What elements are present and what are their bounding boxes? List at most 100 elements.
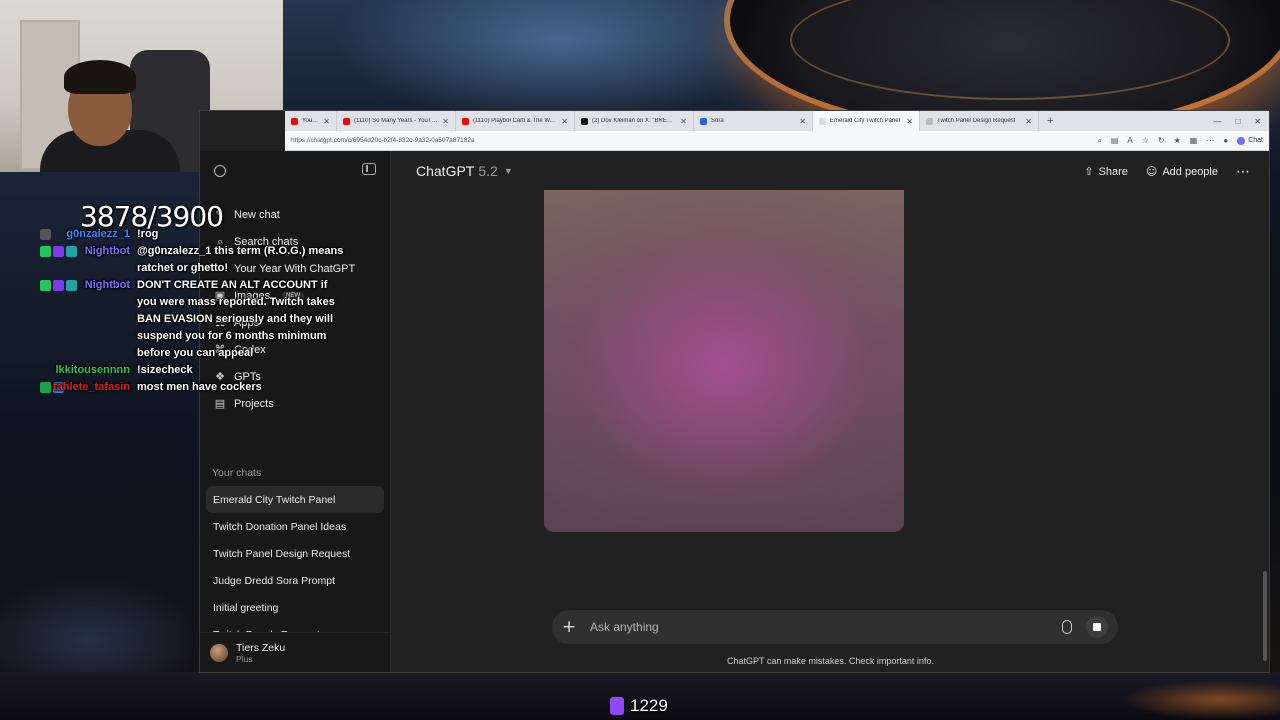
browser-tab[interactable]: Sora ✕ xyxy=(694,111,813,131)
sidebar-item-new-chat[interactable]: ✎ New chat xyxy=(212,201,382,228)
tab-title: (1110) So Many Years - YouTube xyxy=(354,118,439,124)
more-options-icon[interactable]: ⋯ xyxy=(1236,163,1251,180)
chat-history-item[interactable]: Twitch Donation Panel Ideas xyxy=(206,513,384,540)
share-icon: ⇧ xyxy=(1084,165,1094,178)
share-button[interactable]: ⇧ Share xyxy=(1084,165,1128,178)
tab-close-icon[interactable]: ✕ xyxy=(799,117,806,126)
copilot-icon xyxy=(1237,136,1246,145)
chat-history-item[interactable]: Emerald City Twitch Panel xyxy=(206,486,384,513)
tab-title: Emerald City Twitch Panel xyxy=(830,118,900,124)
add-attachment-icon[interactable]: + xyxy=(562,617,584,637)
chat-badges xyxy=(40,280,77,291)
add-people-label: Add people xyxy=(1162,165,1218,178)
header-actions: ⇧ Share ☺ Add people ⋯ xyxy=(1084,163,1251,180)
scrollbar[interactable] xyxy=(1263,571,1267,661)
avatar xyxy=(210,643,228,662)
user-plan: Plus xyxy=(236,653,253,664)
tab-close-icon[interactable]: ✕ xyxy=(680,117,687,126)
extensions-more-icon[interactable]: ⋯ xyxy=(1206,136,1214,145)
model-selector[interactable]: ChatGPT 5.2 ▼ xyxy=(416,163,513,179)
favorite-star-icon[interactable]: ☆ xyxy=(1142,136,1149,145)
favorites-icon[interactable]: ★ xyxy=(1174,136,1181,145)
sidebar-toggle-icon[interactable] xyxy=(362,163,376,175)
user-account-button[interactable]: Tiers Zeku Plus xyxy=(200,632,390,672)
profile-icon[interactable]: ● xyxy=(1223,136,1228,145)
browser-tab[interactable]: YouTube ✕ xyxy=(285,111,337,131)
chat-message-text: !sizecheck xyxy=(137,364,193,376)
zoom-icon[interactable]: ⌕ xyxy=(1097,136,1101,146)
tab-list: YouTube✕(1110) So Many Years - YouTube✕(… xyxy=(285,111,1039,131)
chat-message-text: !rog xyxy=(137,228,159,240)
copilot-chat-button[interactable]: Chat xyxy=(1237,136,1263,145)
chat-message-text: @g0nzalezz_1 this term (R.O.G.) means ra… xyxy=(137,245,344,274)
chat-history-item[interactable]: Initial greeting xyxy=(206,594,384,621)
tab-favicon-icon xyxy=(581,117,588,125)
disclaimer-text: ChatGPT can make mistakes. Check importa… xyxy=(727,656,934,666)
tab-bar: YouTube✕(1110) So Many Years - YouTube✕(… xyxy=(285,111,1269,131)
chat-badge-icon xyxy=(66,280,77,291)
your-chats-heading: Your chats xyxy=(212,467,262,479)
maximize-icon[interactable]: □ xyxy=(1235,117,1240,126)
user-name: Tiers Zeku xyxy=(236,641,286,654)
tab-favicon-icon xyxy=(462,117,469,125)
browser-tab[interactable]: Twitch Panel Design Request ✕ xyxy=(920,111,1039,131)
stream-chat-message: Nightbot DON'T CREATE AN ALT ACCOUNT if y… xyxy=(10,277,350,362)
bits-icon xyxy=(610,697,624,715)
openai-logo-icon[interactable] xyxy=(214,165,226,177)
folder-icon: ▤ xyxy=(214,397,226,410)
address-bar-icons: ⌕ ▤ A ☆ ↻ ★ ▦ ⋯ ● Chat xyxy=(1097,136,1263,146)
chat-badges xyxy=(40,229,51,240)
chat-message-text: DON'T CREATE AN ALT ACCOUNT if you were … xyxy=(137,279,335,359)
tab-title: Twitch Panel Design Request xyxy=(937,118,1016,124)
bits-count: 1229 xyxy=(630,696,668,715)
stop-icon xyxy=(1093,623,1101,631)
stop-generating-button[interactable] xyxy=(1086,616,1108,638)
refresh-icon[interactable]: ↻ xyxy=(1158,136,1165,145)
chat-badge-icon xyxy=(40,382,51,393)
reader-icon[interactable]: ▤ xyxy=(1111,136,1119,145)
stream-chat-message: tahlete_tafasin most men have cockers xyxy=(10,379,350,396)
new-tab-button[interactable]: + xyxy=(1039,115,1061,127)
browser-tab[interactable]: Emerald City Twitch Panel ✕ xyxy=(813,111,920,131)
message-composer: + xyxy=(552,610,1118,644)
stream-chat-message: g0nzalezz_1 !rog xyxy=(10,226,350,243)
browser-window: YouTube✕(1110) So Many Years - YouTube✕(… xyxy=(199,110,1270,673)
chat-history-item[interactable]: Twitch Panel Design Request xyxy=(206,540,384,567)
chat-username: tahlete_tafasin xyxy=(52,381,130,393)
collections-icon[interactable]: ▦ xyxy=(1190,136,1198,145)
microphone-icon[interactable] xyxy=(1062,620,1072,634)
chat-badge-icon xyxy=(53,246,64,257)
close-icon[interactable]: ✕ xyxy=(1254,117,1261,126)
tab-favicon-icon xyxy=(343,117,350,125)
chat-badge-icon xyxy=(53,280,64,291)
tab-close-icon[interactable]: ✕ xyxy=(561,117,568,126)
chat-main-area: ChatGPT 5.2 ▼ ⇧ Share ☺ Add people ⋯ + A… xyxy=(392,151,1269,672)
add-people-button[interactable]: ☺ Add people xyxy=(1146,165,1218,178)
translate-icon[interactable]: A xyxy=(1127,136,1132,145)
chat-badges xyxy=(40,246,77,257)
browser-tab[interactable]: (2) Dov Kleiman on X: "BREAKING ✕ xyxy=(575,111,694,131)
sidebar-item-label: Projects xyxy=(234,397,274,410)
window-controls: — □ ✕ xyxy=(1213,117,1269,126)
chat-badge-icon xyxy=(66,246,77,257)
chat-username: Nightbot xyxy=(84,245,130,257)
tab-close-icon[interactable]: ✕ xyxy=(906,117,913,126)
tab-close-icon[interactable]: ✕ xyxy=(442,117,449,126)
chat-history-item[interactable]: Judge Dredd Sora Prompt xyxy=(206,567,384,594)
tab-close-icon[interactable]: ✕ xyxy=(323,117,330,126)
chat-username: Nightbot xyxy=(84,279,130,291)
tab-favicon-icon xyxy=(700,117,707,125)
stream-chat-message: lkkitousennnn !sizecheck xyxy=(10,362,350,379)
chat-badge-icon xyxy=(40,246,51,257)
prompt-input[interactable] xyxy=(590,620,1062,634)
browser-tab[interactable]: (1110) Playboi Carti & The Weeknd ✕ xyxy=(456,111,575,131)
chevron-down-icon: ▼ xyxy=(503,166,513,176)
minimize-icon[interactable]: — xyxy=(1213,117,1221,126)
tab-close-icon[interactable]: ✕ xyxy=(1025,117,1032,126)
tab-title: (1110) Playboi Carti & The Weeknd xyxy=(473,118,558,124)
tab-favicon-icon xyxy=(926,117,933,125)
generated-image-placeholder[interactable] xyxy=(544,190,904,532)
browser-tab[interactable]: (1110) So Many Years - YouTube ✕ xyxy=(337,111,456,131)
webcam-streamer-hair xyxy=(64,60,136,94)
url-text[interactable]: https://chatgpt.com/c/6954d20c-b2f4-832c… xyxy=(291,137,475,144)
